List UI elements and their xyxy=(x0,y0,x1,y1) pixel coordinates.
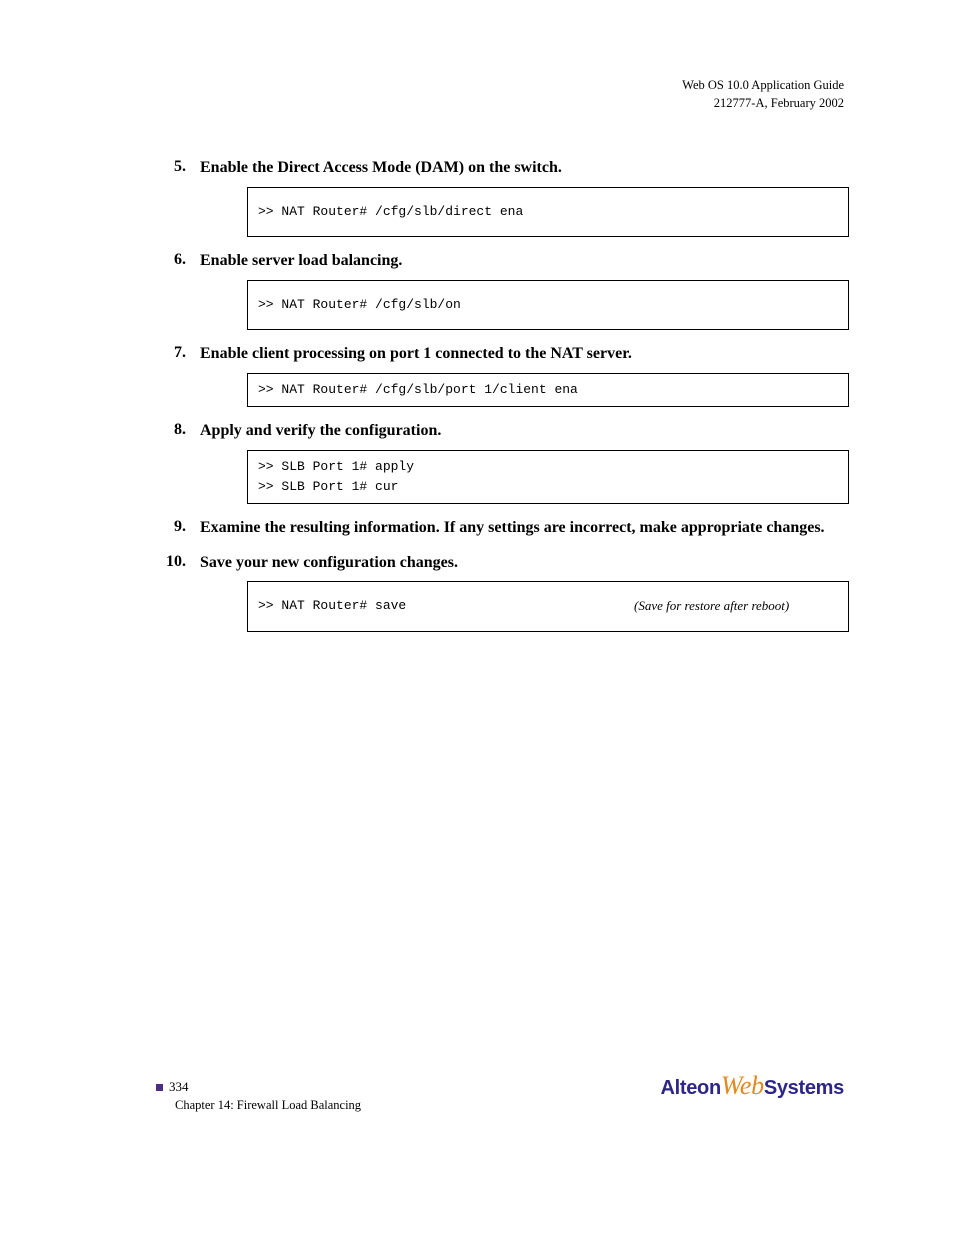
page: Web OS 10.0 Application Guide 212777-A, … xyxy=(0,0,954,1235)
step-7-number: 7. xyxy=(174,344,186,362)
step-6-number: 6. xyxy=(174,251,186,269)
page-number-box: 334 xyxy=(156,1079,189,1095)
step-5-text: Enable the Direct Access Mode (DAM) on t… xyxy=(200,158,855,179)
logo-alteon: Alteon xyxy=(660,1077,720,1099)
alteon-logo: AlteonWebSystems xyxy=(660,1071,844,1101)
step-8: 8. Apply and verify the configuration. >… xyxy=(175,421,855,504)
step-5: 5. Enable the Direct Access Mode (DAM) o… xyxy=(175,158,855,237)
step-8-cmd-box: >> SLB Port 1# apply >> SLB Port 1# cur xyxy=(247,450,849,504)
cmd-row: >> NAT Router# /cfg/slb/direct ena xyxy=(248,202,848,222)
cmd-row: >> NAT Router# save (Save for restore af… xyxy=(248,596,848,616)
cmd-row: >> SLB Port 1# apply xyxy=(248,457,848,477)
header-line-2: 212777-A, February 2002 xyxy=(682,94,844,112)
cmd-row: >> NAT Router# /cfg/slb/on xyxy=(248,295,848,315)
cmd-comment: (Save for restore after reboot) xyxy=(634,596,789,616)
step-9-number: 9. xyxy=(174,518,186,536)
header-line-1: Web OS 10.0 Application Guide xyxy=(682,76,844,94)
chapter-label: Chapter 14: Firewall Load Balancing xyxy=(175,1098,361,1113)
cmd-text: >> NAT Router# /cfg/slb/on xyxy=(248,295,461,315)
cmd-row: >> SLB Port 1# cur xyxy=(248,477,848,497)
cmd-text: >> NAT Router# save xyxy=(248,596,634,616)
step-8-number: 8. xyxy=(174,421,186,439)
page-number: 334 xyxy=(169,1079,189,1095)
page-header: Web OS 10.0 Application Guide 212777-A, … xyxy=(682,76,844,112)
step-10-cmd-box: >> NAT Router# save (Save for restore af… xyxy=(247,581,849,631)
step-5-cmd-box: >> NAT Router# /cfg/slb/direct ena xyxy=(247,187,849,237)
cmd-text: >> NAT Router# /cfg/slb/port 1/client en… xyxy=(248,380,578,400)
step-7: 7. Enable client processing on port 1 co… xyxy=(175,344,855,407)
cmd-text: >> SLB Port 1# cur xyxy=(248,477,398,497)
cmd-row: >> NAT Router# /cfg/slb/port 1/client en… xyxy=(248,380,848,400)
square-bullet-icon xyxy=(156,1084,163,1091)
cmd-text: >> NAT Router# /cfg/slb/direct ena xyxy=(248,202,523,222)
step-10-text: Save your new configuration changes. xyxy=(200,553,855,574)
cmd-text: >> SLB Port 1# apply xyxy=(248,457,414,477)
step-7-cmd-box: >> NAT Router# /cfg/slb/port 1/client en… xyxy=(247,373,849,407)
step-5-number: 5. xyxy=(174,158,186,176)
step-10: 10. Save your new configuration changes.… xyxy=(175,553,855,632)
logo-web: Web xyxy=(721,1071,764,1100)
step-6-cmd-box: >> NAT Router# /cfg/slb/on xyxy=(247,280,849,330)
step-6-text: Enable server load balancing. xyxy=(200,251,855,272)
logo-systems: Systems xyxy=(764,1077,844,1099)
step-9-text: Examine the resulting information. If an… xyxy=(200,518,855,539)
step-10-number: 10. xyxy=(166,553,186,571)
step-8-text: Apply and verify the configuration. xyxy=(200,421,855,442)
step-9: 9. Examine the resulting information. If… xyxy=(175,518,855,539)
step-6: 6. Enable server load balancing. >> NAT … xyxy=(175,251,855,330)
content: 5. Enable the Direct Access Mode (DAM) o… xyxy=(175,158,855,632)
step-7-text: Enable client processing on port 1 conne… xyxy=(200,344,855,365)
